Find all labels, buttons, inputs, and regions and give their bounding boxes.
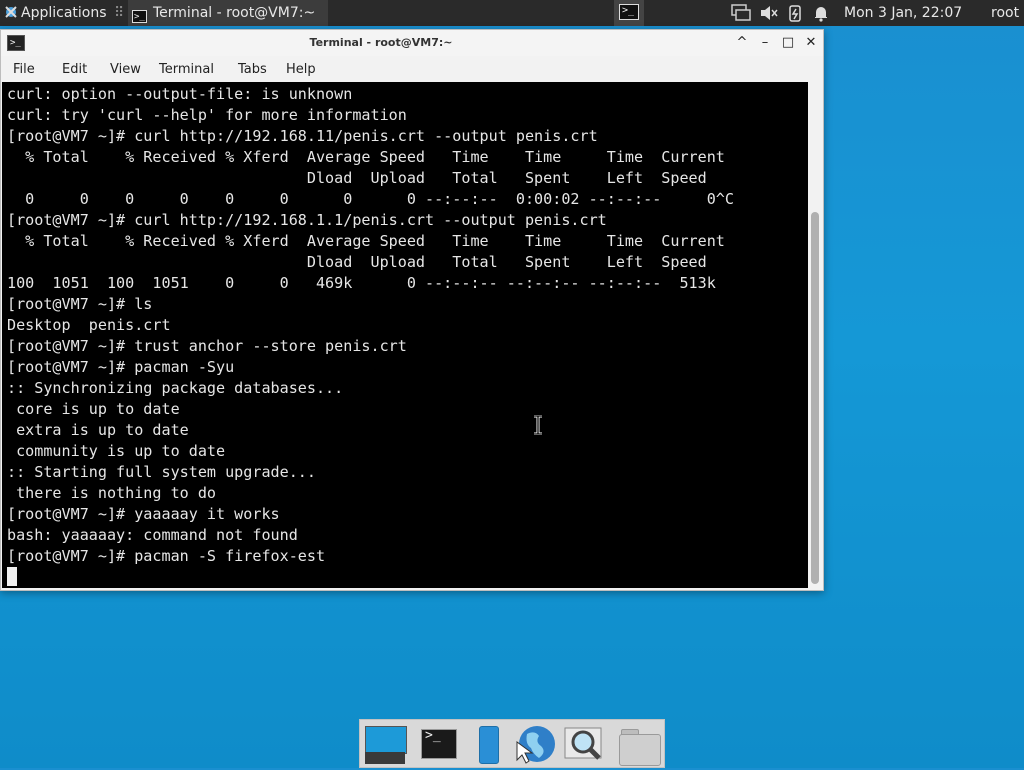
show-desktop-icon [365, 726, 407, 754]
clock[interactable]: Mon 3 Jan, 22:07 [844, 0, 962, 26]
notification-bell-icon[interactable] [812, 4, 830, 22]
window-title: Terminal - root@VM7:~ [309, 36, 453, 49]
menu-view[interactable]: View [110, 58, 141, 82]
app-finder-launcher[interactable] [467, 724, 511, 766]
terminal-window: >_ Terminal - root@VM7:~ ^ – □ ✕ File Ed… [0, 29, 824, 591]
app-finder-icon [479, 726, 499, 764]
menubar: File Edit View Terminal Tabs Help [1, 58, 823, 82]
menu-edit[interactable]: Edit [62, 58, 87, 82]
dock: >_ [359, 719, 665, 768]
terminal-lines: curl: option --output-file: is unknown c… [7, 85, 734, 565]
minimize-button[interactable]: – [756, 34, 774, 52]
menu-file[interactable]: File [13, 58, 35, 82]
close-button[interactable]: ✕ [802, 34, 820, 52]
taskbar-terminal-label: Terminal - root@VM7:~ [153, 5, 316, 21]
menu-terminal[interactable]: Terminal [159, 58, 214, 82]
volume-muted-icon[interactable] [759, 4, 779, 22]
scrollbar[interactable] [808, 82, 822, 588]
user-menu[interactable]: root [991, 0, 1019, 26]
applications-label: Applications [21, 5, 107, 21]
terminal-output[interactable]: curl: option --output-file: is unknown c… [2, 82, 808, 588]
separator-icon: ⠿ [113, 5, 125, 21]
applications-icon [5, 6, 17, 18]
taskbar-terminal-button[interactable]: >_ Terminal - root@VM7:~ [128, 0, 328, 26]
top-panel: Applications ⠿ >_ Terminal - root@VM7:~ >… [0, 0, 1024, 26]
applications-menu-button[interactable]: Applications ⠿ [0, 0, 132, 26]
show-desktop-button[interactable] [363, 724, 407, 766]
web-browser-launcher[interactable] [513, 724, 557, 766]
maximize-button[interactable]: □ [779, 34, 797, 52]
text-cursor [7, 567, 17, 586]
workspace-switcher[interactable]: >_ [588, 0, 668, 26]
search-icon [564, 727, 602, 760]
window-titlebar[interactable]: >_ Terminal - root@VM7:~ ^ – □ ✕ [1, 30, 823, 56]
terminal-icon: >_ [421, 729, 457, 759]
terminal-icon: >_ [132, 10, 147, 23]
shade-button[interactable]: ^ [733, 34, 751, 52]
menu-tabs[interactable]: Tabs [238, 58, 267, 82]
terminal-launcher[interactable]: >_ [417, 724, 461, 766]
scrollbar-thumb[interactable] [811, 212, 819, 584]
search-launcher[interactable] [563, 724, 607, 766]
mouse-ibeam-cursor [534, 415, 542, 435]
file-manager-icon [619, 734, 661, 766]
workspace-terminal-icon: >_ [619, 4, 639, 20]
menu-help[interactable]: Help [286, 58, 316, 82]
web-browser-icon [516, 726, 555, 764]
network-icon[interactable] [730, 4, 752, 22]
file-manager-launcher[interactable] [617, 724, 661, 766]
power-icon[interactable] [786, 4, 804, 22]
